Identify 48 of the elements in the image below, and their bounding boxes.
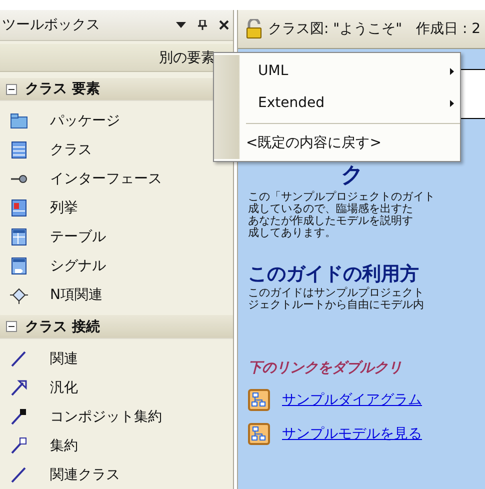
page-heading: ク — [341, 163, 365, 189]
toolbox-item[interactable]: 集約 — [50, 436, 78, 455]
diagram-link[interactable]: サンプルダイアグラム — [282, 391, 422, 409]
section-heading: このガイドの利用方 — [248, 262, 420, 286]
toolbox-item[interactable]: テーブル — [50, 228, 106, 246]
submenu-arrow-icon — [450, 68, 454, 74]
toolbox-item[interactable]: インターフェース — [50, 170, 162, 188]
composition-icon — [10, 408, 28, 426]
dropdown-icon[interactable] — [176, 22, 186, 28]
panel-title: ツールボックス — [2, 16, 101, 34]
close-icon[interactable] — [219, 20, 229, 30]
toolbox-item[interactable]: 関連 — [50, 350, 78, 368]
more-elements-bar[interactable]: 別の要素 — [0, 44, 233, 72]
diagram-link[interactable]: サンプルモデルを見る — [282, 425, 422, 443]
arrow-icon — [10, 378, 28, 397]
collapse-icon[interactable] — [6, 84, 17, 95]
toolbox-item[interactable]: 列挙 — [50, 198, 78, 217]
collapse-icon[interactable] — [6, 321, 17, 332]
line-icon — [10, 466, 28, 484]
submenu-arrow-icon — [450, 100, 454, 106]
diagram-icon — [248, 389, 270, 411]
more-elements-label: 別の要素 — [159, 48, 215, 67]
instruction-text: 下のリンクをダブルクリ — [248, 359, 403, 377]
created-date: 作成日 : 2 — [416, 20, 481, 38]
line-icon — [10, 350, 28, 368]
lock-icon — [246, 19, 262, 39]
package-icon — [10, 112, 28, 130]
toolbox-item[interactable]: 関連クラス — [50, 466, 120, 484]
enumeration-icon — [10, 198, 28, 217]
toolbox-item[interactable]: 汎化 — [50, 378, 78, 397]
toolbox-item[interactable]: パッケージ — [50, 112, 120, 130]
class-icon — [10, 140, 28, 159]
signal-icon — [10, 256, 28, 275]
diagram-icon — [248, 423, 270, 445]
intro-paragraph: この「サンプルプロジェクトのガイト 成しているので、臨場感を出すた あなたが作成したモデルを説明す 成してあります。 — [248, 191, 436, 239]
section-header[interactable]: クラス 接続 — [0, 315, 233, 340]
toolbox-item[interactable]: N項関連 — [50, 286, 102, 304]
table-icon — [10, 228, 28, 246]
diagram-title: クラス図: "ようこそ" — [268, 20, 402, 38]
toolbox-item[interactable]: コンポジット集約 — [50, 408, 162, 426]
aggregation-icon — [10, 436, 28, 455]
toolbox-item[interactable]: クラス — [50, 140, 92, 159]
guide-paragraph: このガイドはサンプルプロジェクト ジェクトルートから自由にモデル内 — [248, 287, 425, 311]
section-title: クラス 要素 — [25, 80, 100, 98]
toolbox-item[interactable]: シグナル — [50, 256, 106, 275]
section-title: クラス 接続 — [25, 318, 100, 336]
diamond-icon — [10, 286, 28, 304]
pin-icon[interactable] — [198, 20, 207, 30]
